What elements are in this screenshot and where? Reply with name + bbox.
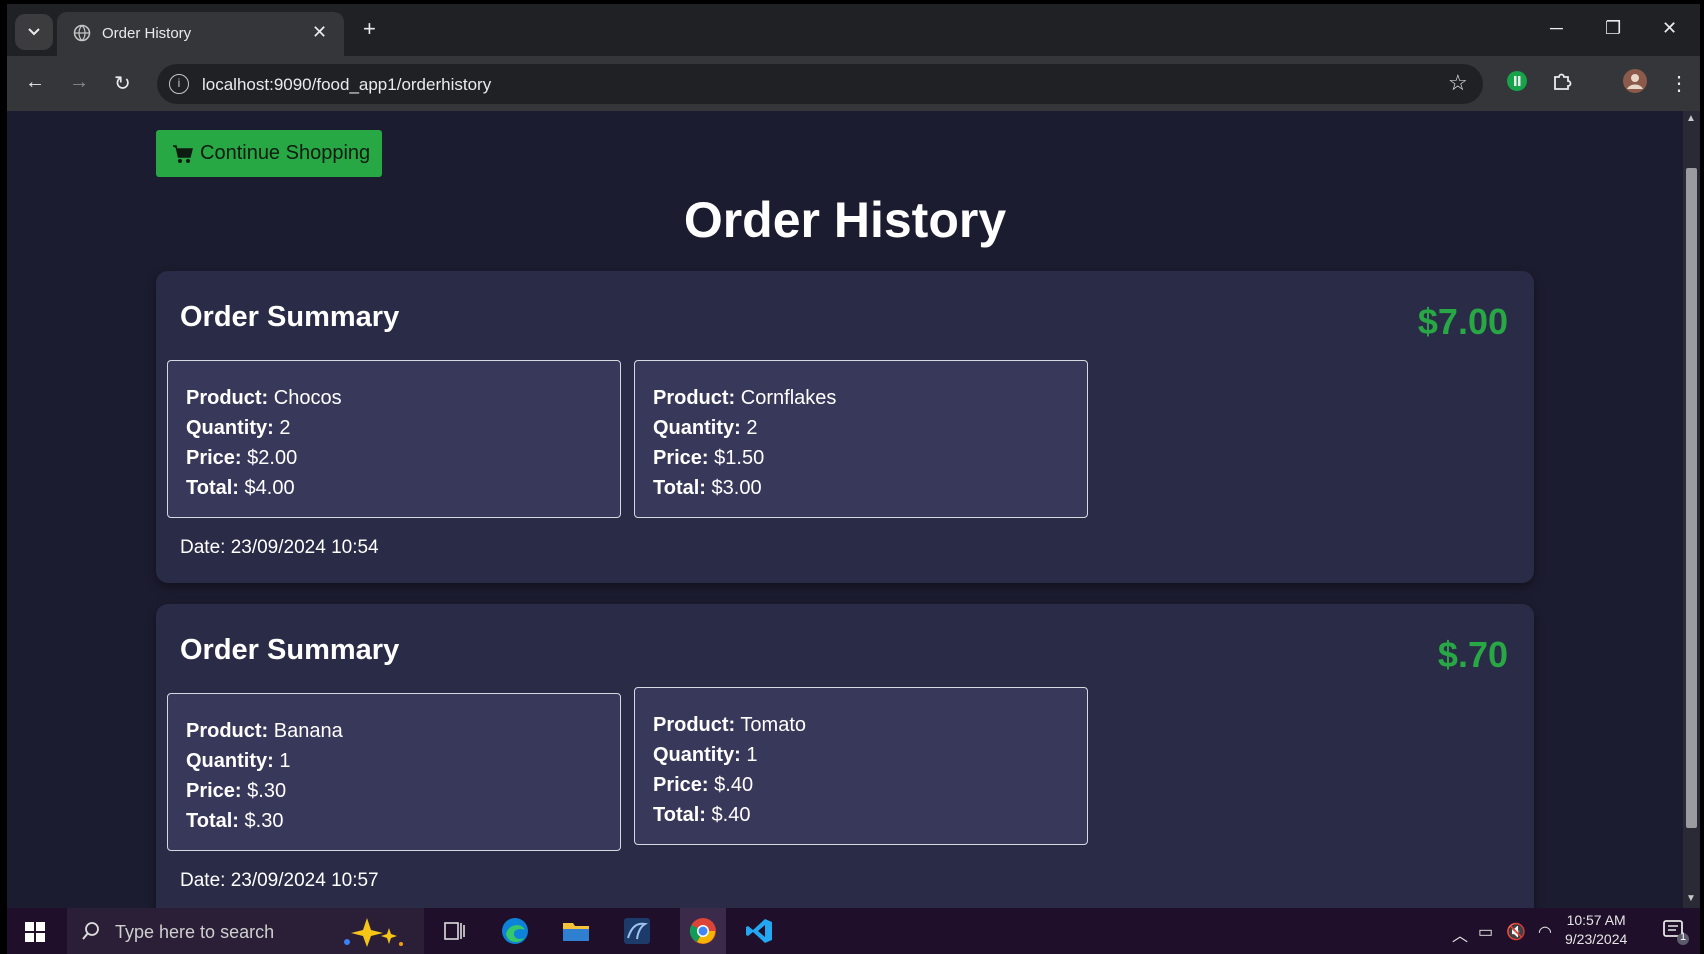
task-view-icon[interactable] [439, 916, 471, 946]
order-date: Date: 23/09/2024 10:57 [180, 870, 379, 891]
search-placeholder: Type here to search [115, 922, 275, 942]
chevron-down-icon [28, 28, 40, 36]
info-icon[interactable]: i [169, 74, 189, 94]
vscode-icon[interactable] [743, 916, 775, 946]
battery-icon[interactable]: ▭ [1478, 922, 1493, 942]
new-tab-icon[interactable]: + [363, 16, 376, 42]
file-explorer-icon[interactable] [560, 916, 592, 946]
order-item: Product: Chocos Quantity: 2 Price: $2.00… [167, 360, 621, 518]
item-price: $2.00 [247, 447, 298, 469]
item-quantity: 2 [746, 417, 758, 439]
wifi-icon[interactable]: ◠ [1538, 922, 1552, 942]
item-total: $4.00 [244, 477, 295, 499]
order-item: Product: Tomato Quantity: 1 Price: $.40 … [634, 687, 1088, 845]
order-summary-heading: Order Summary [180, 301, 400, 333]
tab-bar: Order History ✕ + ─ ❐ ✕ [7, 4, 1700, 56]
item-total: $.40 [711, 804, 751, 826]
url-text: localhost:9090/food_app1/orderhistory [202, 75, 492, 94]
browser-chrome: Order History ✕ + ─ ❐ ✕ ← → ↻ i localhos… [7, 4, 1700, 111]
address-bar[interactable]: i localhost:9090/food_app1/orderhistory … [157, 64, 1483, 104]
minimize-icon[interactable]: ─ [1550, 18, 1563, 39]
order-total: $.70 [1437, 634, 1508, 675]
more-menu-icon[interactable]: ⋮ [1669, 71, 1689, 96]
order-card: Order Summary $7.00 Product: Chocos Quan… [156, 271, 1534, 583]
item-total: $.30 [244, 810, 284, 832]
order-item: Product: Cornflakes Quantity: 2 Price: $… [634, 360, 1088, 518]
profile-avatar-icon[interactable] [1622, 68, 1648, 94]
windows-taskbar: Type here to search ︿ ▭ 🔇 ◠ 10:57 AM 9/2… [7, 908, 1700, 954]
bookmark-star-icon[interactable]: ☆ [1448, 70, 1468, 96]
reload-icon[interactable]: ↻ [114, 71, 131, 96]
item-product: Cornflakes [740, 387, 837, 409]
window-close-icon[interactable]: ✕ [1662, 18, 1677, 39]
order-total: $7.00 [1417, 301, 1508, 342]
item-product: Tomato [740, 714, 807, 736]
item-total: $3.00 [711, 477, 762, 499]
continue-shopping-label: Continue Shopping [200, 142, 371, 164]
scroll-up-icon[interactable]: ▲ [1686, 113, 1696, 124]
clock-date: 9/23/2024 [1565, 931, 1628, 947]
edge-icon[interactable] [499, 916, 531, 946]
chevron-up-icon[interactable]: ︿ [1452, 922, 1468, 946]
item-price: $.40 [714, 774, 754, 796]
system-clock[interactable]: 10:57 AM 9/23/2024 [1565, 911, 1627, 949]
mysql-workbench-icon[interactable] [621, 916, 653, 946]
page-viewport: Continue Shopping Order History Order Su… [7, 111, 1683, 908]
extension-badge-icon[interactable] [1506, 70, 1528, 92]
windows-start-icon[interactable] [25, 922, 45, 942]
forward-icon[interactable]: → [69, 71, 89, 94]
page-title: Order History [683, 192, 1007, 248]
speaker-muted-icon[interactable]: 🔇 [1506, 922, 1526, 942]
sparkle-icon [344, 918, 403, 947]
item-product: Chocos [273, 387, 342, 409]
order-summary-heading: Order Summary [180, 634, 400, 666]
page-scrollbar[interactable]: ▲ ▼ [1683, 111, 1700, 908]
search-icon [82, 922, 99, 940]
scroll-thumb[interactable] [1686, 168, 1697, 828]
clock-time: 10:57 AM [1566, 912, 1626, 928]
restore-icon[interactable]: ❐ [1605, 18, 1621, 39]
tab-title: Order History [102, 25, 192, 42]
globe-icon [73, 24, 91, 42]
cart-icon [173, 144, 193, 163]
item-quantity: 1 [746, 744, 758, 766]
order-item: Product: Banana Quantity: 1 Price: $.30 … [167, 693, 621, 851]
back-icon[interactable]: ← [25, 71, 45, 94]
browser-tab[interactable]: Order History ✕ [57, 12, 344, 56]
order-date: Date: 23/09/2024 10:54 [180, 537, 379, 558]
item-price: $.30 [247, 780, 287, 802]
item-price: $1.50 [714, 447, 765, 469]
item-product: Banana [273, 720, 343, 742]
close-icon[interactable]: ✕ [312, 22, 327, 43]
browser-toolbar: ← → ↻ i localhost:9090/food_app1/orderhi… [7, 56, 1700, 111]
order-card: Order Summary $.70 Product: Banana Quant… [156, 604, 1534, 908]
extensions-puzzle-icon[interactable] [1551, 70, 1573, 92]
tab-search-button[interactable] [15, 14, 53, 50]
chrome-icon[interactable] [680, 908, 726, 954]
continue-shopping-button[interactable]: Continue Shopping [156, 130, 382, 177]
taskbar-search-box[interactable]: Type here to search [67, 908, 424, 954]
item-quantity: 2 [279, 417, 291, 439]
notification-count: 1 [1680, 931, 1687, 943]
item-quantity: 1 [279, 750, 291, 772]
scroll-down-icon[interactable]: ▼ [1686, 893, 1696, 904]
notification-icon[interactable]: 1 [1662, 918, 1690, 951]
